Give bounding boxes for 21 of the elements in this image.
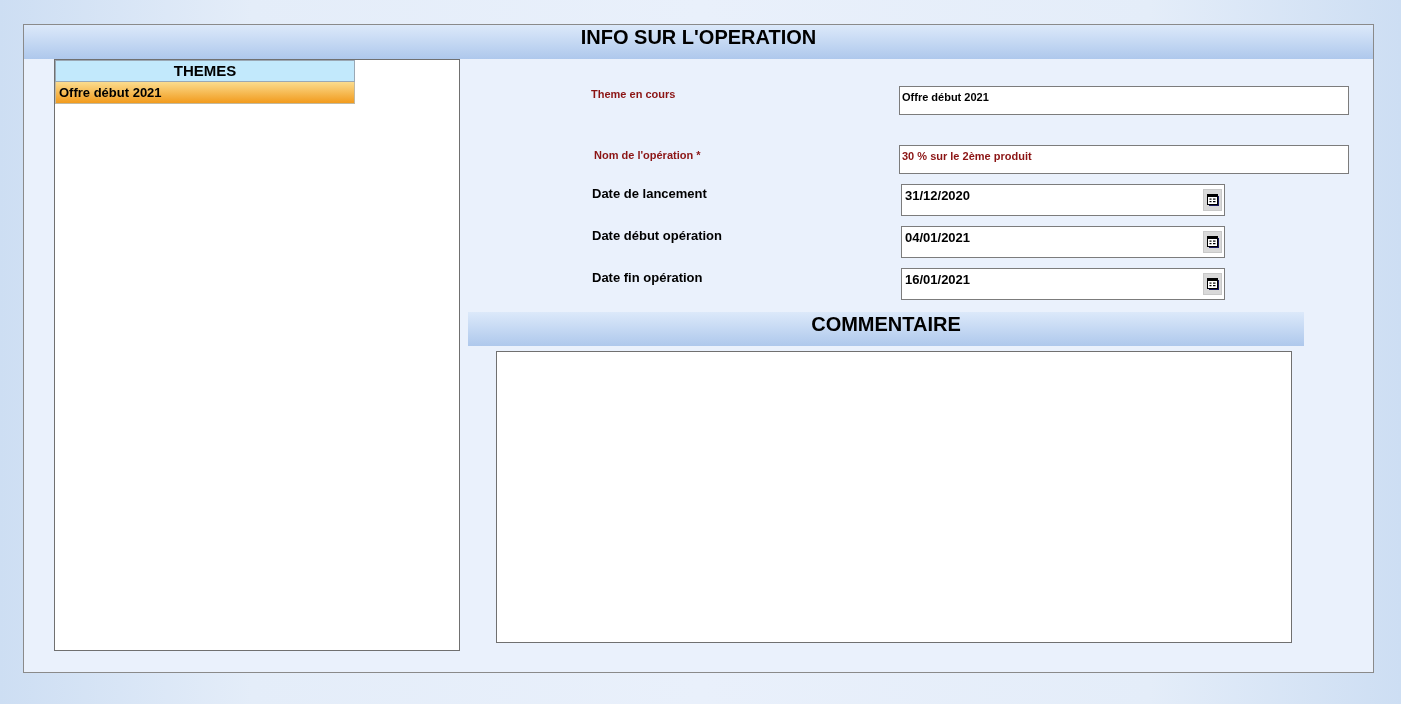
date-field[interactable]: 31/12/2020: [901, 184, 1225, 216]
calendar-icon: [1206, 236, 1219, 248]
comment-field[interactable]: [496, 351, 1292, 643]
text-field[interactable]: Offre début 2021: [899, 86, 1349, 115]
date-field[interactable]: 04/01/2021: [901, 226, 1225, 258]
field-label: Nom de l'opération *: [594, 148, 702, 162]
field-label: Theme en cours: [591, 87, 677, 101]
calendar-button[interactable]: [1203, 189, 1222, 211]
field-label: Date fin opération: [592, 270, 704, 286]
field-label: Date début opération: [592, 228, 723, 244]
calendar-button[interactable]: [1203, 273, 1222, 295]
text-field[interactable]: 30 % sur le 2ème produit: [899, 145, 1349, 174]
date-field[interactable]: 16/01/2021: [901, 268, 1225, 300]
calendar-button[interactable]: [1203, 231, 1222, 253]
section-title: COMMENTAIRE: [468, 312, 1304, 346]
field-label: Date de lancement: [592, 186, 708, 202]
list-header: THEMES: [55, 60, 355, 82]
calendar-icon: [1206, 194, 1219, 206]
calendar-icon: [1206, 278, 1219, 290]
panel-title: INFO SUR L'OPERATION: [24, 25, 1373, 59]
theme-item[interactable]: Offre début 2021: [55, 82, 355, 104]
